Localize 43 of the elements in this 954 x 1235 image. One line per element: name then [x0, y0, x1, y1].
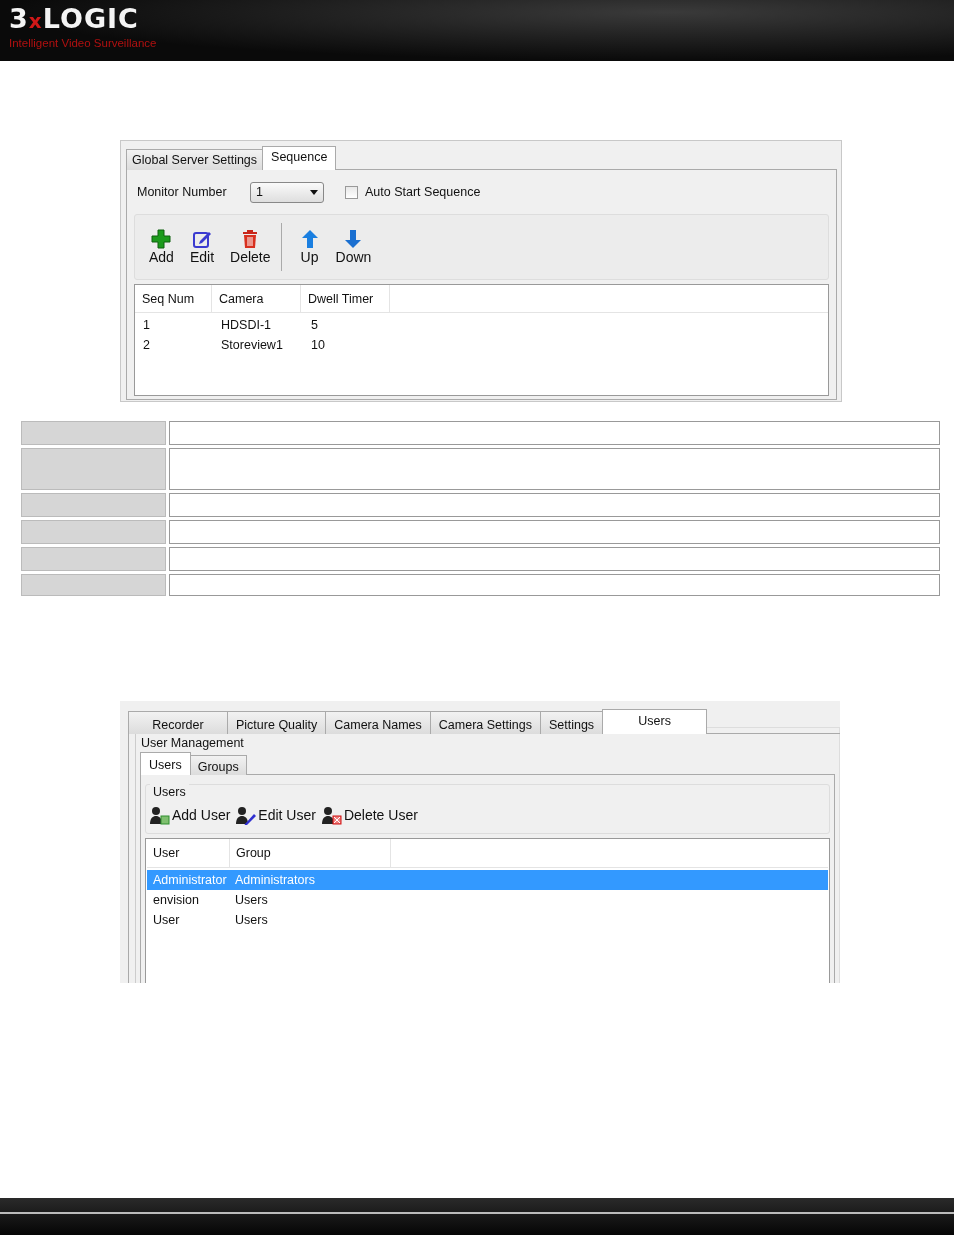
tab[interactable]: Users [602, 709, 708, 734]
edit-user-icon [236, 805, 257, 825]
column-header[interactable]: Seq Num [135, 285, 212, 312]
tab[interactable]: Recorder [128, 711, 228, 734]
toolbar-button[interactable]: Add User [150, 805, 231, 825]
tab[interactable]: Sequence [262, 146, 337, 170]
monitor-dropdown[interactable]: 1 [250, 181, 324, 203]
plus-icon [151, 229, 172, 249]
table-cell-text: Storeview1 [220, 338, 284, 352]
down-arrow-icon [343, 229, 364, 249]
delete-user-icon [321, 805, 342, 825]
monitor-label: Monitor Number [136, 185, 228, 199]
tagline: Intelligent Video Surveillance [9, 36, 157, 50]
logo: 3xLOGIC [9, 4, 139, 36]
tab[interactable]: Users [140, 752, 191, 775]
pencil-square-icon [192, 229, 212, 249]
toolbar-button[interactable]: Add [141, 229, 182, 265]
toolbar-button[interactable]: Delete User [321, 805, 418, 825]
column-header[interactable]: Dwell Timer [301, 285, 390, 312]
table-cell-text: 2 [142, 338, 151, 352]
column-header[interactable]: User [147, 839, 230, 867]
toolbar-button[interactable]: Edit [181, 229, 223, 265]
table-cell-text: 1 [142, 318, 151, 332]
trash-icon [241, 229, 260, 249]
toolbar-button[interactable]: Up [291, 229, 328, 265]
column-header[interactable]: Camera [212, 285, 301, 312]
table-cell-text: 5 [310, 318, 319, 332]
table-row[interactable]: envision Users [147, 890, 828, 910]
toolbar-button[interactable]: Edit User [236, 805, 316, 825]
tab[interactable]: Settings [539, 711, 604, 734]
tab[interactable]: Picture Quality [227, 711, 327, 734]
toolbar-button[interactable]: Delete [222, 229, 279, 265]
auto-start-checkbox[interactable]: Auto Start Sequence [345, 185, 481, 199]
add-user-icon [150, 805, 170, 825]
column-header[interactable]: Group [230, 839, 391, 867]
table-row[interactable]: User Users [147, 910, 828, 930]
tab[interactable]: Camera Settings [429, 711, 541, 734]
tab[interactable]: Global Server Settings [126, 149, 264, 170]
tab[interactable]: Groups [189, 755, 247, 775]
table-cell-text: 10 [310, 338, 326, 352]
table-cell-text: HDSDI-1 [220, 318, 272, 332]
toolbar-button[interactable]: Down [327, 229, 380, 265]
tab[interactable]: Camera Names [325, 711, 431, 734]
